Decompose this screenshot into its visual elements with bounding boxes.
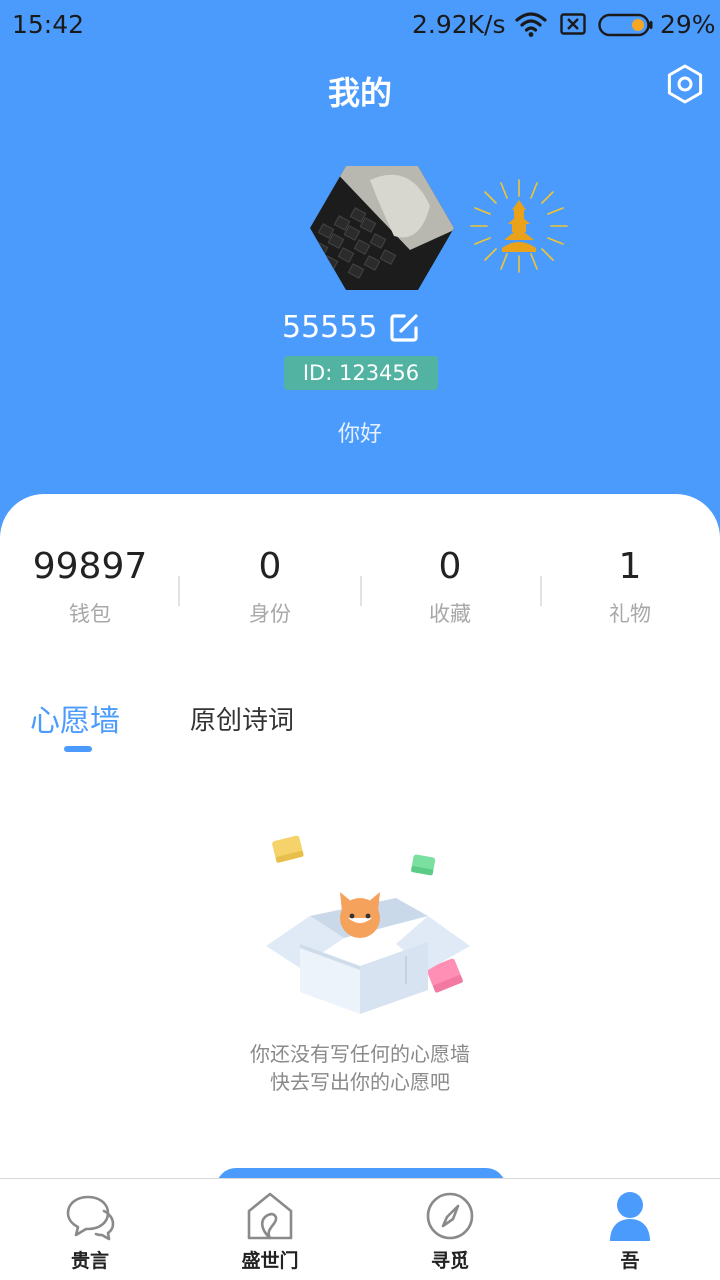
sim-icon [560, 13, 586, 35]
stat-gifts[interactable]: 1 礼物 [540, 546, 720, 628]
battery-icon [598, 13, 653, 37]
nav-label: 吾 [620, 1250, 640, 1272]
stat-identity[interactable]: 0 身份 [180, 546, 360, 628]
nav-item-guiyan[interactable]: 贵言 [0, 1179, 180, 1280]
nav-label: 盛世门 [241, 1250, 299, 1272]
tab-original-poetry[interactable]: 原创诗词 [190, 700, 294, 737]
user-id-badge: ID: 123456 [284, 356, 438, 390]
network-speed: 2.92K/s [412, 10, 506, 39]
profile-header: 15:42 2.92K/s 29% 我的 55555 ID: 123456 你好 [0, 0, 720, 540]
stat-favorites[interactable]: 0 收藏 [360, 546, 540, 628]
tab-indicator [64, 746, 92, 752]
nav-item-shengshimen[interactable]: 盛世门 [180, 1179, 360, 1280]
stat-value: 0 [258, 546, 282, 587]
tab-wish-wall[interactable]: 心愿墙 [30, 696, 120, 740]
empty-state-line-1: 你还没有写任何的心愿墙 [250, 1042, 470, 1066]
stat-wallet[interactable]: 99897 钱包 [0, 546, 180, 628]
gear-icon[interactable] [664, 63, 706, 105]
stat-label: 收藏 [429, 602, 471, 626]
empty-box-illustration [266, 835, 470, 1014]
username-row: 55555 [0, 310, 720, 350]
stat-label: 身份 [249, 602, 291, 626]
stat-value: 0 [438, 546, 462, 587]
nav-item-xunmi[interactable]: 寻觅 [360, 1179, 540, 1280]
nav-item-wu[interactable]: 吾 [540, 1179, 720, 1280]
empty-state-line-2: 快去写出你的心愿吧 [270, 1070, 450, 1094]
nav-label: 寻觅 [430, 1250, 469, 1272]
stat-label: 礼物 [609, 602, 651, 626]
username: 55555 [282, 310, 378, 345]
stat-label: 钱包 [69, 602, 111, 626]
stat-value: 1 [618, 546, 642, 587]
compass-icon [426, 1192, 474, 1240]
edit-icon[interactable] [388, 312, 420, 344]
page-title: 我的 [327, 74, 392, 112]
person-icon [610, 1192, 650, 1241]
wifi-icon [515, 12, 547, 37]
status-time: 15:42 [12, 10, 85, 39]
status-bar: 15:42 2.92K/s 29% [0, 0, 720, 50]
stat-value: 99897 [32, 546, 148, 587]
house-icon [247, 1192, 293, 1240]
chat-bubbles-icon [66, 1195, 115, 1241]
nav-label: 贵言 [70, 1250, 109, 1272]
battery-percent: 29% [660, 10, 716, 39]
pagoda-badge-icon [470, 179, 568, 273]
avatar[interactable] [310, 166, 454, 290]
bottom-nav: 贵言 盛世门 寻觅 吾 [0, 1178, 720, 1280]
user-signature: 你好 [337, 422, 382, 447]
